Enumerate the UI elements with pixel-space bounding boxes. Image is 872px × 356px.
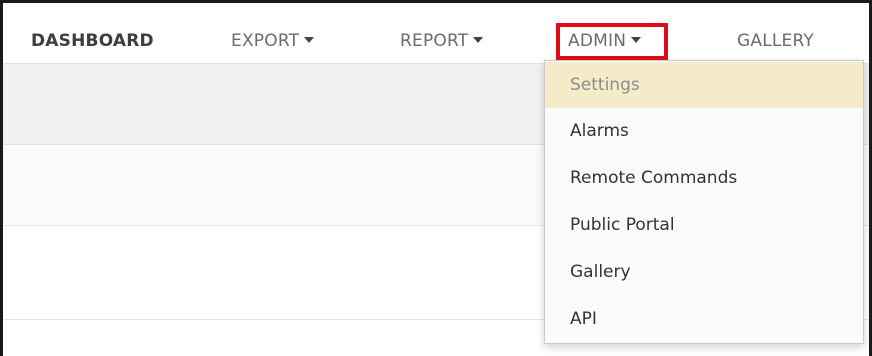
menu-item-remote-commands[interactable]: Remote Commands — [545, 155, 863, 202]
menu-item-label: Gallery — [570, 262, 631, 282]
admin-dropdown-menu: Settings Alarms Remote Commands Public P… — [544, 60, 864, 344]
menu-item-public-portal[interactable]: Public Portal — [545, 202, 863, 249]
menu-item-api[interactable]: API — [545, 296, 863, 343]
menu-item-settings[interactable]: Settings — [545, 62, 863, 108]
nav-gallery[interactable]: GALLERY — [737, 3, 814, 63]
menu-item-label: API — [570, 309, 597, 329]
caret-down-icon — [304, 37, 315, 43]
nav-report-label: REPORT — [400, 31, 469, 51]
caret-down-icon — [631, 37, 642, 43]
nav-admin-label: ADMIN — [568, 31, 627, 51]
nav-dashboard[interactable]: DASHBOARD — [31, 3, 154, 63]
nav-report[interactable]: REPORT — [400, 3, 484, 63]
menu-item-label: Settings — [570, 75, 640, 95]
menu-item-label: Remote Commands — [570, 168, 738, 188]
nav-gallery-label: GALLERY — [737, 31, 814, 51]
app-frame: DASHBOARD EXPORT REPORT ADMIN GALLERY Se… — [0, 0, 872, 356]
caret-down-icon — [473, 37, 484, 43]
menu-item-label: Public Portal — [570, 215, 675, 235]
nav-export[interactable]: EXPORT — [231, 3, 315, 63]
nav-export-label: EXPORT — [231, 31, 300, 51]
nav-admin[interactable]: ADMIN — [568, 3, 642, 63]
nav-dashboard-label: DASHBOARD — [31, 31, 154, 51]
menu-item-alarms[interactable]: Alarms — [545, 108, 863, 155]
menu-item-gallery[interactable]: Gallery — [545, 249, 863, 296]
menu-item-label: Alarms — [570, 121, 629, 141]
top-navbar: DASHBOARD EXPORT REPORT ADMIN GALLERY — [3, 3, 869, 63]
